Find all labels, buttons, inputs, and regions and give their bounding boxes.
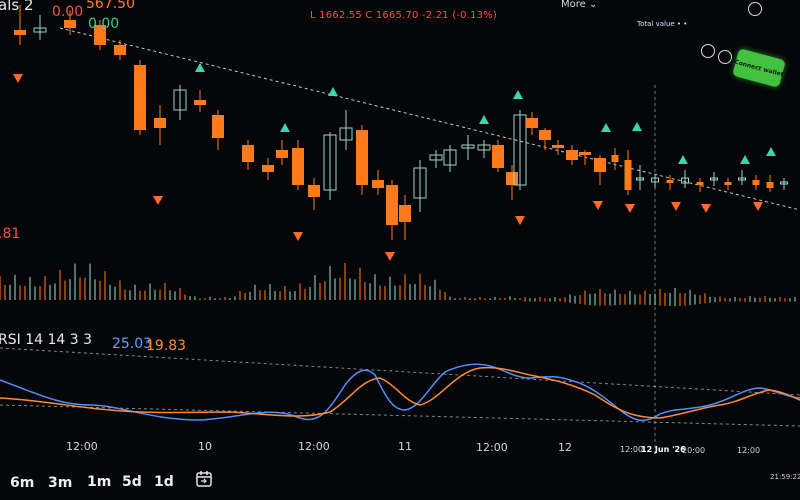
candle-body (308, 185, 320, 197)
buy-signal-marker (513, 90, 523, 99)
candle-body (492, 145, 504, 168)
candle-body (212, 115, 224, 138)
time-tick: 20:00 (682, 446, 706, 455)
rsi-indicator-label: RSI 14 14 3 3 (0, 332, 92, 348)
buy-signal-marker (479, 115, 489, 124)
time-tick: 11 (398, 440, 412, 453)
signal-markers (13, 63, 776, 261)
buy-signal-marker (601, 123, 611, 132)
sell-signal-marker (293, 232, 303, 241)
account-icon[interactable] (718, 50, 732, 64)
buy-signal-marker (328, 87, 338, 96)
sell-signal-marker (701, 204, 711, 213)
candle-body (766, 182, 774, 188)
candle-body (752, 180, 760, 185)
ohlc-readout: L 1662.55 C 1665.70 -2.21 (-0.13%) (310, 10, 498, 21)
candle-body (386, 185, 398, 225)
help-icon[interactable] (701, 44, 715, 58)
time-tick: 12:00 (737, 446, 761, 455)
time-tick: 12:00 (620, 445, 644, 454)
timeframe-6m[interactable]: 6m (10, 475, 34, 491)
rsi-signal-line (0, 366, 800, 419)
candle-body (611, 155, 619, 162)
candle-body (399, 205, 411, 222)
sell-signal-marker (593, 201, 603, 210)
header-value-top: 567.50 (86, 0, 135, 12)
candle-body (579, 152, 591, 155)
price-label-left: .81 (0, 226, 21, 242)
timeframe-3m[interactable]: 3m (48, 475, 72, 491)
time-tick: 12:00 (66, 440, 98, 453)
buy-signal-marker (632, 122, 642, 131)
candle-body (356, 130, 368, 185)
buy-signal-marker (678, 155, 688, 164)
sell-signal-marker (671, 202, 681, 211)
candle-body (696, 182, 704, 185)
total-value-label: Total value • • (637, 20, 688, 28)
sell-signal-marker (753, 202, 763, 211)
buy-signal-marker (740, 155, 750, 164)
header-value-green: 0.00 (88, 16, 120, 32)
header-value-left: 0.00 (52, 4, 84, 20)
time-tick-current-date: 12 Jun '26 (641, 445, 686, 454)
indicator-title: als 2 (0, 0, 34, 14)
buy-signal-marker (195, 63, 205, 72)
candle-body (566, 150, 578, 160)
timeframe-1m[interactable]: 1m (87, 474, 111, 490)
sell-signal-marker (625, 204, 635, 213)
timeframe-5d[interactable]: 5d (122, 474, 142, 490)
rsi-signal-value: 19.83 (146, 338, 187, 354)
buy-signal-marker (766, 147, 776, 156)
candle-body (506, 172, 518, 185)
more-menu[interactable]: More ⌄ (561, 0, 597, 10)
time-tick: 12:00 (298, 440, 330, 453)
calendar-icon[interactable] (195, 470, 213, 488)
candle-body (194, 100, 206, 105)
candle-body (262, 165, 274, 172)
candle-body (64, 20, 76, 28)
volume-bars (0, 262, 796, 307)
timeframe-1d[interactable]: 1d (154, 474, 174, 490)
candlesticks (14, 5, 788, 240)
candle-body (242, 145, 254, 162)
buy-signal-marker (280, 123, 290, 132)
candle-body (114, 45, 126, 55)
candle-body (724, 182, 732, 185)
wallet-icon[interactable] (748, 2, 762, 16)
candle-body (154, 118, 166, 128)
candle-body (134, 65, 146, 130)
sell-signal-marker (515, 216, 525, 225)
time-tick: 12 (558, 441, 572, 454)
clock-readout: 21:59:22 (U (770, 473, 800, 481)
price-chart[interactable] (0, 0, 800, 500)
candle-body (552, 145, 564, 148)
candle-body (14, 30, 26, 35)
candle-body (594, 158, 606, 172)
candle-body (666, 180, 674, 183)
candle-body (292, 148, 304, 185)
candle-body (539, 130, 551, 140)
sell-signal-marker (153, 196, 163, 205)
rsi-band-upper (0, 347, 800, 396)
candle-body (624, 160, 632, 190)
sell-signal-marker (13, 74, 23, 83)
time-tick: 12:00 (476, 441, 508, 454)
candle-body (372, 180, 384, 188)
candle-body (276, 150, 288, 158)
time-tick: 10 (198, 440, 212, 453)
sell-signal-marker (385, 252, 395, 261)
candle-body (526, 118, 538, 128)
